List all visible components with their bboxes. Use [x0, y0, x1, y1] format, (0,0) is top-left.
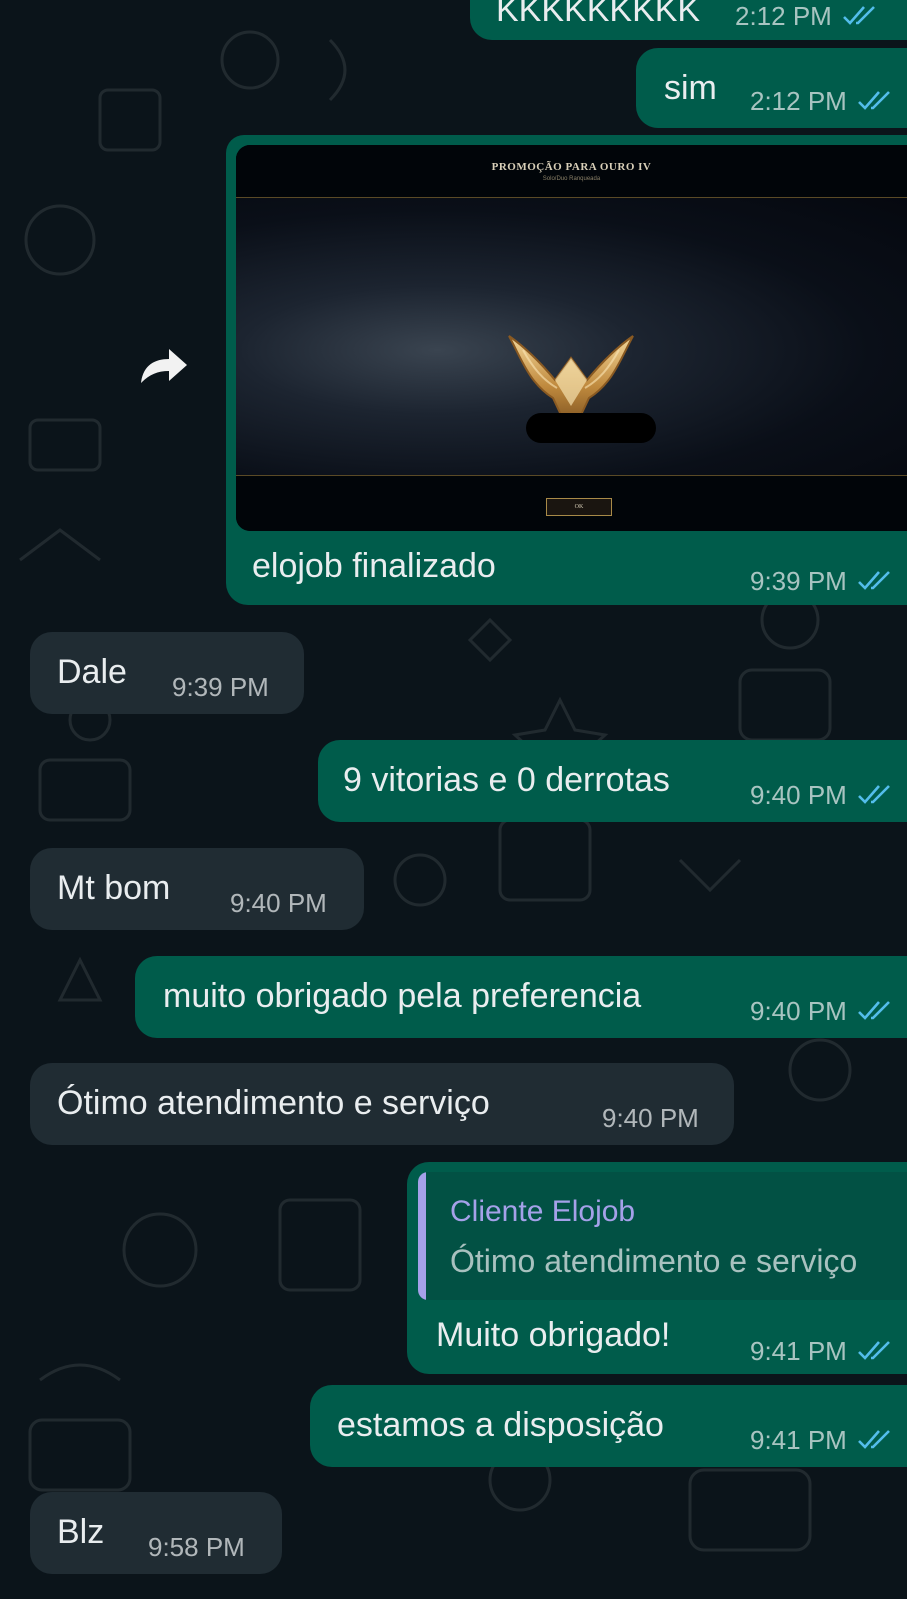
message-bubble-incoming[interactable]: Mt bom 9:40 PM	[30, 848, 364, 930]
message-bubble-outgoing[interactable]: sim 2:12 PM	[636, 48, 907, 128]
quote-accent-bar	[418, 1172, 426, 1300]
message-time: 2:12 PM	[735, 1, 832, 31]
shared-image[interactable]: PROMOÇÃO PARA OURO IV Solo/Duo Ranqueada…	[236, 145, 907, 531]
message-text: Muito obrigado!	[436, 1316, 671, 1354]
message-bubble-incoming[interactable]: Ótimo atendimento e serviço 9:40 PM	[30, 1063, 734, 1145]
quote-author: Cliente Elojob	[450, 1195, 636, 1228]
message-time: 9:40 PM	[602, 1103, 699, 1133]
message-text: Ótimo atendimento e serviço	[57, 1084, 490, 1122]
image-footer: OK	[236, 475, 907, 531]
message-text: KKKKKKKKK	[496, 0, 701, 29]
message-time: 2:12 PM	[750, 86, 847, 116]
image-header: PROMOÇÃO PARA OURO IV Solo/Duo Ranqueada	[236, 145, 907, 198]
message-text: estamos a disposição	[337, 1406, 664, 1444]
message-meta: 9:40 PM	[750, 996, 893, 1026]
message-meta: 9:40 PM	[750, 780, 893, 810]
image-title: PROMOÇÃO PARA OURO IV	[491, 161, 652, 173]
message-time: 9:41 PM	[750, 1425, 847, 1455]
message-bubble-incoming[interactable]: Dale 9:39 PM	[30, 632, 304, 714]
quoted-message[interactable]: Cliente Elojob Ótimo atendimento e servi…	[418, 1172, 907, 1300]
message-bubble-outgoing[interactable]: muito obrigado pela preferencia 9:40 PM	[135, 956, 907, 1038]
message-bubble-outgoing[interactable]: estamos a disposição 9:41 PM	[310, 1385, 907, 1467]
message-text: muito obrigado pela preferencia	[163, 977, 642, 1015]
image-scene	[236, 198, 907, 475]
message-text: Blz	[57, 1513, 105, 1551]
message-text: Mt bom	[57, 869, 171, 907]
double-check-icon	[857, 785, 890, 804]
message-meta: 9:41 PM	[750, 1425, 893, 1455]
message-meta: 9:40 PM	[230, 888, 327, 918]
message-time: 9:39 PM	[172, 672, 269, 702]
message-bubble-incoming[interactable]: Blz 9:58 PM	[30, 1492, 282, 1574]
double-check-icon	[857, 1341, 890, 1360]
message-meta: 2:12 PM	[750, 86, 893, 116]
message-bubble-outgoing[interactable]: 9 vitorias e 0 derrotas 9:40 PM	[318, 740, 907, 822]
message-time: 9:40 PM	[230, 888, 327, 918]
double-check-icon	[857, 1001, 890, 1020]
message-meta: 9:39 PM	[750, 566, 893, 596]
double-check-icon	[857, 1430, 890, 1449]
redacted-area	[526, 413, 656, 443]
message-meta: 9:58 PM	[148, 1532, 245, 1562]
message-time: 9:39 PM	[750, 566, 847, 596]
forward-arrow-icon[interactable]	[137, 345, 189, 385]
message-text: sim	[664, 69, 717, 107]
message-time: 9:40 PM	[750, 996, 847, 1026]
message-text: Dale	[57, 653, 127, 691]
message-time: 9:40 PM	[750, 780, 847, 810]
message-meta: 9:40 PM	[602, 1103, 699, 1133]
double-check-icon	[857, 91, 890, 110]
message-meta: 2:12 PM	[735, 1, 878, 31]
double-check-icon	[857, 571, 890, 590]
double-check-icon	[842, 6, 875, 25]
image-subtitle: Solo/Duo Ranqueada	[542, 176, 601, 182]
message-bubble-outgoing[interactable]: KKKKKKKKK 2:12 PM	[470, 0, 907, 40]
message-time: 9:58 PM	[148, 1532, 245, 1562]
message-text: 9 vitorias e 0 derrotas	[343, 761, 670, 799]
image-ok-button: OK	[546, 498, 612, 516]
message-meta: 9:39 PM	[172, 672, 269, 702]
message-meta: 9:41 PM	[750, 1336, 893, 1366]
quote-text: Ótimo atendimento e serviço	[450, 1243, 858, 1279]
message-time: 9:41 PM	[750, 1336, 847, 1366]
image-caption: elojob finalizado	[252, 547, 496, 585]
